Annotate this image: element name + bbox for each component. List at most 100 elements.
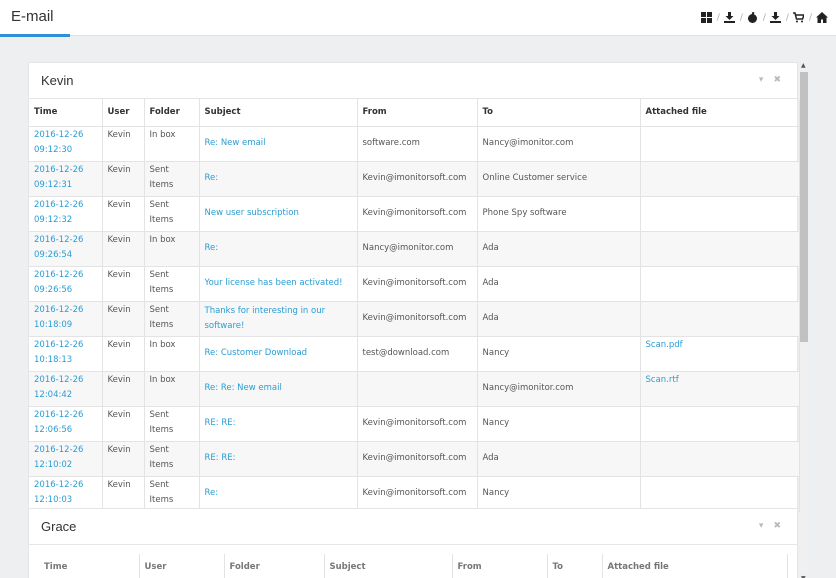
subject-link[interactable]: Re: [205,173,219,183]
attached-file-cell[interactable] [639,160,800,197]
collapse-icon[interactable]: ▾ [759,521,764,531]
time-cell[interactable]: 2016-12-26 09:12:31 [29,160,103,197]
subject-link[interactable]: RE: RE: [205,418,236,428]
time-link[interactable]: 09:26:56 [34,283,97,298]
time-cell[interactable]: 2016-12-26 09:12:30 [29,125,103,162]
time-cell[interactable]: 2016-12-26 10:18:13 [29,335,103,372]
subject-link[interactable]: Re: Customer Download [205,348,308,358]
content-area[interactable]: Kevin ▾ ✖ Time User Folder Subject From … [0,36,836,578]
attached-file-cell[interactable]: Scan.rtf [639,370,800,407]
column-header[interactable]: To [546,554,603,578]
time-cell[interactable]: 2016-12-26 09:26:54 [29,230,103,267]
column-header[interactable]: Time [29,99,103,127]
subject-link[interactable]: Thanks for interesting in our software! [205,306,326,331]
home-icon[interactable] [816,12,828,24]
time-link[interactable]: 09:26:54 [34,248,97,263]
time-link[interactable]: 12:04:42 [34,388,97,403]
time-link[interactable]: 09:12:30 [34,143,97,158]
subject-cell[interactable]: RE: RE: [198,405,358,442]
date-link[interactable]: 2016-12-26 [34,338,97,353]
column-header[interactable]: Subject [323,554,453,578]
column-header[interactable]: Attached file [639,99,800,127]
subject-link[interactable]: RE: RE: [205,453,236,463]
download-icon[interactable] [723,12,736,24]
attached-file-cell[interactable] [639,195,800,232]
close-icon[interactable]: ✖ [773,521,781,531]
column-header[interactable]: From [356,99,478,127]
scroll-thumb[interactable] [800,72,808,342]
vertical-scrollbar[interactable]: ▲ ▼ [800,62,808,578]
time-cell[interactable]: 2016-12-26 12:06:56 [29,405,103,442]
table-row[interactable]: 2016-12-26 09:26:54 Kevin In box Re: Nancy@im… [29,230,800,267]
date-link[interactable]: 2016-12-26 [34,443,97,458]
subject-link[interactable]: Re: [205,243,219,253]
subject-cell[interactable]: Re: Re: New email [198,370,358,407]
subject-link[interactable]: New user subscription [205,208,299,218]
subject-link[interactable]: Your license has been activated! [205,278,343,288]
subject-cell[interactable]: Re: New email [198,125,358,162]
subject-cell[interactable]: Re: [198,230,358,267]
time-link[interactable]: 12:10:03 [34,493,97,508]
time-cell[interactable]: 2016-12-26 09:12:32 [29,195,103,232]
attached-file-cell[interactable] [639,230,800,267]
date-link[interactable]: 2016-12-26 [34,163,97,178]
scroll-up-icon[interactable]: ▲ [801,62,806,69]
attachment-link[interactable]: Scan.rtf [646,375,679,385]
date-link[interactable]: 2016-12-26 [34,233,97,248]
time-cell[interactable]: 2016-12-26 12:10:02 [29,440,103,477]
table-row[interactable]: 2016-12-26 09:12:32 Kevin Sent Items New user… [29,195,800,232]
column-header[interactable]: Subject [198,99,358,127]
date-link[interactable]: 2016-12-26 [34,268,97,283]
apple-icon[interactable] [747,12,759,24]
table-row[interactable]: 2016-12-26 09:26:56 Kevin Sent Items Your lic… [29,265,800,302]
column-header[interactable]: Folder [143,99,200,127]
time-link[interactable]: 09:12:32 [34,213,97,228]
date-link[interactable]: 2016-12-26 [34,408,97,423]
time-link[interactable]: 12:06:56 [34,423,97,438]
column-header[interactable]: Attached file [601,554,788,578]
attached-file-cell[interactable]: Scan.pdf [639,335,800,372]
attached-file-cell[interactable] [639,300,800,337]
cart-icon[interactable] [792,12,805,24]
column-header[interactable]: Time [39,554,140,578]
attachment-link[interactable]: Scan.pdf [646,340,683,350]
column-header[interactable]: Folder [223,554,325,578]
date-link[interactable]: 2016-12-26 [34,128,97,143]
table-row[interactable]: 2016-12-26 12:10:02 Kevin Sent Items RE: RE: K… [29,440,800,477]
time-cell[interactable]: 2016-12-26 12:04:42 [29,370,103,407]
time-cell[interactable]: 2016-12-26 12:10:03 [29,475,103,512]
date-link[interactable]: 2016-12-26 [34,198,97,213]
attached-file-cell[interactable] [639,440,800,477]
table-row[interactable]: 2016-12-26 09:12:30 Kevin In box Re: New ema… [29,125,800,162]
time-cell[interactable]: 2016-12-26 10:18:09 [29,300,103,337]
subject-cell[interactable]: Thanks for interesting in our software! [198,300,358,337]
attached-file-cell[interactable] [639,475,800,512]
attached-file-cell[interactable] [639,405,800,442]
windows-icon[interactable] [700,12,713,24]
time-link[interactable]: 10:18:13 [34,353,97,368]
table-row[interactable]: 2016-12-26 10:18:09 Kevin Sent Items Thanks f… [29,300,800,337]
date-link[interactable]: 2016-12-26 [34,373,97,388]
time-cell[interactable]: 2016-12-26 09:26:56 [29,265,103,302]
time-link[interactable]: 10:18:09 [34,318,97,333]
date-link[interactable]: 2016-12-26 [34,303,97,318]
table-row[interactable]: 2016-12-26 12:10:03 Kevin Sent Items Re: Kevin… [29,475,800,512]
subject-cell[interactable]: New user subscription [198,195,358,232]
attached-file-cell[interactable] [639,265,800,302]
subject-cell[interactable]: Your license has been activated! [198,265,358,302]
subject-cell[interactable]: Re: Customer Download [198,335,358,372]
table-row[interactable]: 2016-12-26 12:06:56 Kevin Sent Items RE: RE: K… [29,405,800,442]
table-row[interactable]: 2016-12-26 09:12:31 Kevin Sent Items Re: Kevin… [29,160,800,197]
column-header[interactable]: From [451,554,548,578]
time-link[interactable]: 12:10:02 [34,458,97,473]
column-header[interactable]: User [138,554,225,578]
date-link[interactable]: 2016-12-26 [34,478,97,493]
subject-cell[interactable]: RE: RE: [198,440,358,477]
subject-link[interactable]: Re: [205,488,219,498]
collapse-icon[interactable]: ▾ [759,75,764,85]
subject-link[interactable]: Re: New email [205,138,266,148]
attached-file-cell[interactable] [639,125,800,162]
table-row[interactable]: 2016-12-26 10:18:13 Kevin In box Re: Custome… [29,335,800,372]
column-header[interactable]: User [101,99,145,127]
close-icon[interactable]: ✖ [773,75,781,85]
